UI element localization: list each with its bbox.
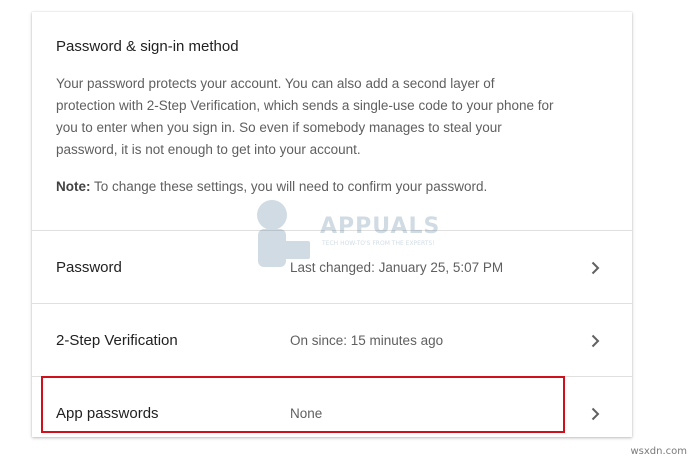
card-note: Note: To change these settings, you will… — [56, 178, 608, 196]
note-label: Note: — [56, 179, 91, 194]
row-password[interactable]: Password Last changed: January 25, 5:07 … — [32, 231, 632, 304]
note-text: To change these settings, you will need … — [90, 179, 488, 194]
password-signin-card: Password & sign-in method Your password … — [32, 12, 632, 437]
row-app-passwords[interactable]: App passwords None — [32, 377, 632, 450]
row-label: App passwords — [56, 405, 159, 422]
chevron-right-icon[interactable] — [586, 405, 604, 423]
card-title: Password & sign-in method — [56, 38, 239, 55]
card-description: Your password protects your account. You… — [56, 76, 554, 157]
row-value: Last changed: January 25, 5:07 PM — [290, 260, 504, 275]
card-header: Password & sign-in method Your password … — [32, 12, 632, 231]
screenshot-stage: Password & sign-in method Your password … — [0, 0, 693, 459]
chevron-right-icon[interactable] — [586, 332, 604, 350]
row-label: 2-Step Verification — [56, 332, 178, 349]
site-credit: wsxdn.com — [630, 446, 687, 457]
row-value: On since: 15 minutes ago — [290, 333, 444, 348]
row-2-step-verification[interactable]: 2-Step Verification On since: 15 minutes… — [32, 304, 632, 377]
chevron-right-icon[interactable] — [586, 259, 604, 277]
row-label: Password — [56, 259, 122, 276]
row-value: None — [290, 406, 323, 421]
